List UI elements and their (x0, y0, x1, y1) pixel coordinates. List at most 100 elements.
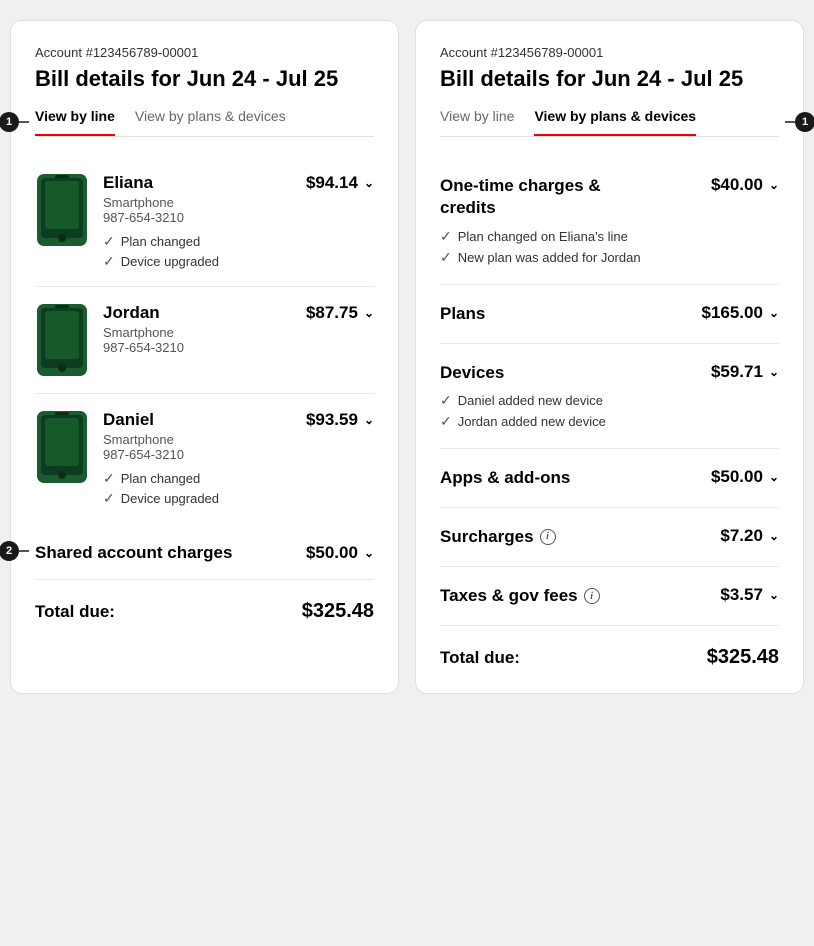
category-devices: Devices $59.71 ⌄ ✓ Daniel added new devi… (440, 344, 779, 449)
category-one-time: One-time charges & credits $40.00 ⌄ ✓ Pl… (440, 157, 779, 284)
check-icon-3: ✓ (103, 470, 115, 487)
devices-details: ✓ Daniel added new device ✓ Jordan added… (440, 392, 779, 430)
shared-charges: 2 Shared account charges $50.00 ⌄ (35, 523, 374, 580)
daniel-number: 987-654-3210 (103, 447, 292, 462)
tab-view-by-plans-left[interactable]: View by plans & devices (135, 108, 286, 136)
category-plans: Plans $165.00 ⌄ (440, 285, 779, 344)
daniel-change-1: ✓ Plan changed (103, 470, 292, 487)
taxes-chevron[interactable]: ⌄ (769, 588, 779, 602)
right-account-number: Account #123456789-00001 (440, 45, 779, 60)
right-card: Account #123456789-00001 Bill details fo… (415, 20, 804, 694)
left-total-amount: $325.48 (302, 600, 374, 623)
check-icon-5: ✓ (440, 228, 452, 245)
category-row-surcharges: Surcharges i $7.20 ⌄ (440, 526, 779, 548)
devices-chevron[interactable]: ⌄ (769, 365, 779, 379)
left-account-number: Account #123456789-00001 (35, 45, 374, 60)
eliana-changes: ✓ Plan changed ✓ Device upgraded (103, 233, 292, 270)
eliana-change-1: ✓ Plan changed (103, 233, 292, 250)
one-time-chevron[interactable]: ⌄ (769, 178, 779, 192)
category-row-one-time: One-time charges & credits $40.00 ⌄ (440, 175, 779, 219)
category-row-taxes: Taxes & gov fees i $3.57 ⌄ (440, 585, 779, 607)
right-tabs: 1 View by line View by plans & devices (440, 108, 779, 137)
shared-label: Shared account charges (35, 543, 232, 563)
category-label-one-time: One-time charges & credits (440, 175, 620, 219)
check-icon-7: ✓ (440, 392, 452, 409)
category-apps: Apps & add-ons $50.00 ⌄ (440, 449, 779, 508)
category-label-devices: Devices (440, 362, 504, 384)
daniel-chevron[interactable]: ⌄ (364, 413, 374, 427)
eliana-info: Eliana Smartphone 987-654-3210 ✓ Plan ch… (103, 173, 292, 270)
plans-chevron[interactable]: ⌄ (769, 306, 779, 320)
category-surcharges: Surcharges i $7.20 ⌄ (440, 508, 779, 567)
category-amount-taxes: $3.57 ⌄ (720, 585, 779, 605)
tab-view-by-plans-right[interactable]: View by plans & devices (534, 108, 696, 136)
eliana-change-2: ✓ Device upgraded (103, 253, 292, 270)
left-bill-title: Bill details for Jun 24 - Jul 25 (35, 66, 374, 92)
one-time-details: ✓ Plan changed on Eliana's line ✓ New pl… (440, 228, 779, 266)
left-card: Account #123456789-00001 Bill details fo… (10, 20, 399, 694)
check-icon-6: ✓ (440, 249, 452, 266)
line-items: Eliana Smartphone 987-654-3210 ✓ Plan ch… (35, 157, 374, 523)
daniel-type: Smartphone (103, 432, 292, 447)
apps-chevron[interactable]: ⌄ (769, 470, 779, 484)
check-icon-1: ✓ (103, 233, 115, 250)
eliana-chevron[interactable]: ⌄ (364, 176, 374, 190)
shared-amount: $50.00 ⌄ (306, 543, 374, 563)
eliana-phone-image (35, 173, 89, 247)
left-total-row: Total due: $325.48 (35, 580, 374, 623)
check-icon-8: ✓ (440, 413, 452, 430)
check-icon-4: ✓ (103, 490, 115, 507)
tab-view-by-line-right[interactable]: View by line (440, 108, 514, 136)
daniel-changes: ✓ Plan changed ✓ Device upgraded (103, 470, 292, 507)
jordan-chevron[interactable]: ⌄ (364, 306, 374, 320)
step-1-badge-right: 1 (795, 112, 814, 132)
daniel-name: Daniel (103, 410, 292, 430)
step-1-badge-left: 1 (0, 112, 19, 132)
category-row-apps: Apps & add-ons $50.00 ⌄ (440, 467, 779, 489)
right-total-label: Total due: (440, 648, 520, 668)
daniel-phone-image (35, 410, 89, 484)
category-row-plans: Plans $165.00 ⌄ (440, 303, 779, 325)
devices-detail-2: ✓ Jordan added new device (440, 413, 779, 430)
category-amount-plans: $165.00 ⌄ (701, 303, 779, 323)
check-icon-2: ✓ (103, 253, 115, 270)
step-2-badge-left: 2 (0, 541, 19, 561)
jordan-number: 987-654-3210 (103, 340, 292, 355)
category-amount-one-time: $40.00 ⌄ (711, 175, 779, 195)
page-wrapper: Account #123456789-00001 Bill details fo… (10, 20, 804, 694)
shared-row: Shared account charges $50.00 ⌄ (35, 543, 374, 563)
jordan-type: Smartphone (103, 325, 292, 340)
category-label-apps: Apps & add-ons (440, 467, 570, 489)
shared-chevron[interactable]: ⌄ (364, 546, 374, 560)
tab-view-by-line-left[interactable]: View by line (35, 108, 115, 136)
category-label-taxes: Taxes & gov fees i (440, 585, 600, 607)
daniel-info: Daniel Smartphone 987-654-3210 ✓ Plan ch… (103, 410, 292, 507)
eliana-amount: $94.14 ⌄ (306, 173, 374, 193)
category-label-plans: Plans (440, 303, 485, 325)
jordan-info: Jordan Smartphone 987-654-3210 (103, 303, 292, 355)
surcharges-chevron[interactable]: ⌄ (769, 529, 779, 543)
left-tabs: 1 View by line View by plans & devices (35, 108, 374, 137)
line-item-jordan: Jordan Smartphone 987-654-3210 $87.75 ⌄ (35, 287, 374, 394)
surcharges-info-icon[interactable]: i (540, 529, 556, 545)
jordan-phone-image (35, 303, 89, 377)
daniel-amount: $93.59 ⌄ (306, 410, 374, 430)
taxes-info-icon[interactable]: i (584, 588, 600, 604)
right-total-row: Total due: $325.48 (440, 626, 779, 669)
one-time-detail-2: ✓ New plan was added for Jordan (440, 249, 779, 266)
left-total-label: Total due: (35, 602, 115, 622)
jordan-name: Jordan (103, 303, 292, 323)
category-label-surcharges: Surcharges i (440, 526, 556, 548)
right-bill-title: Bill details for Jun 24 - Jul 25 (440, 66, 779, 92)
daniel-change-2: ✓ Device upgraded (103, 490, 292, 507)
category-taxes: Taxes & gov fees i $3.57 ⌄ (440, 567, 779, 626)
right-total-amount: $325.48 (707, 646, 779, 669)
category-amount-devices: $59.71 ⌄ (711, 362, 779, 382)
one-time-detail-1: ✓ Plan changed on Eliana's line (440, 228, 779, 245)
category-amount-surcharges: $7.20 ⌄ (720, 526, 779, 546)
line-item-daniel: Daniel Smartphone 987-654-3210 ✓ Plan ch… (35, 394, 374, 523)
eliana-number: 987-654-3210 (103, 210, 292, 225)
category-amount-apps: $50.00 ⌄ (711, 467, 779, 487)
devices-detail-1: ✓ Daniel added new device (440, 392, 779, 409)
category-row-devices: Devices $59.71 ⌄ (440, 362, 779, 384)
